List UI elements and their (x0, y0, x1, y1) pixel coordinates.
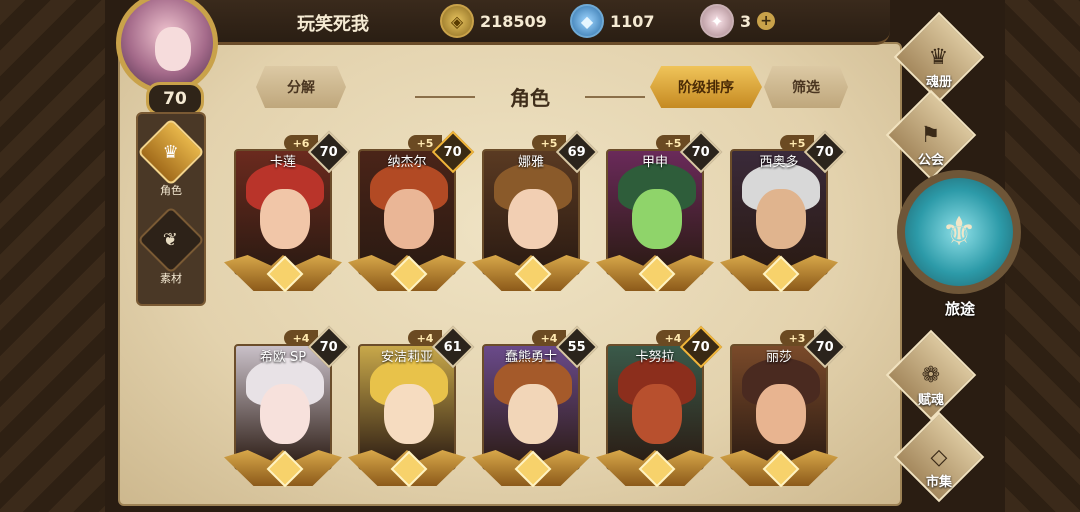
sidebar-item-label: 素材 (160, 272, 182, 285)
sidebar: ♛ 角色 ❦ 素材 (136, 112, 206, 306)
market-button[interactable]: ◇ 市集 (884, 411, 994, 503)
add-crystal-button[interactable]: + (757, 12, 776, 30)
portrait-face (260, 189, 310, 249)
portrait-face (384, 189, 434, 249)
character-level: 55 (567, 339, 587, 355)
gold-amount: 218509 (480, 11, 547, 31)
character-card[interactable]: 希欧 SP +4 70 (224, 325, 351, 500)
character-level: 61 (443, 339, 463, 355)
helmet-icon: ♛ (137, 118, 205, 186)
soul-bestow-label: 赋魂 (917, 393, 944, 408)
journey-label: 旅途 (944, 300, 975, 318)
page-title: 角色 (510, 86, 550, 110)
gold-resource: ◈ 218509 (440, 4, 547, 38)
avatar (116, 0, 218, 94)
character-level: 70 (815, 339, 835, 355)
player-avatar[interactable]: 70 (106, 0, 230, 118)
portrait-face (632, 384, 682, 444)
character-card[interactable]: 丽莎 +3 70 (720, 325, 847, 500)
sidebar-item-materials[interactable]: ❦ 素材 (137, 206, 205, 288)
character-level: 70 (319, 144, 339, 160)
sidebar-item-characters[interactable]: ♛ 角色 (137, 118, 205, 200)
character-card[interactable]: 卡莲 +6 70 (224, 130, 351, 305)
soulbook-button[interactable]: ♛ 魂册 (884, 11, 994, 103)
left-frame (0, 0, 105, 512)
character-card[interactable]: 蠢熊勇士 +4 55 (472, 325, 599, 500)
portrait-face (756, 384, 806, 444)
wolf-icon: ❦ (137, 206, 205, 274)
crystal-resource[interactable]: ✦ 3 + (700, 4, 776, 38)
blue-gem-icon: ◆ (570, 4, 604, 38)
portrait-face (756, 189, 806, 249)
guild-label: 公会 (917, 153, 944, 168)
character-level: 69 (567, 144, 587, 160)
decompose-button[interactable]: 分解 (256, 66, 346, 108)
player-name: 玩笑死我 (297, 14, 369, 35)
character-card[interactable]: 西奥多 +5 70 (720, 130, 847, 305)
crystal-amount: 3 (740, 11, 752, 31)
soulbook-label: 魂册 (925, 75, 952, 90)
character-level: 70 (443, 144, 463, 160)
character-card[interactable]: 安洁莉亚 +4 61 (348, 325, 475, 500)
portrait-face (508, 189, 558, 249)
portrait-face (508, 384, 558, 444)
gem-amount: 1107 (610, 11, 655, 31)
character-level: 70 (691, 144, 711, 160)
player-level-badge: 70 (146, 82, 204, 116)
title-ornament-right (585, 96, 645, 98)
character-level: 70 (319, 339, 339, 355)
character-level: 70 (691, 339, 711, 355)
portrait-face (632, 189, 682, 249)
character-card[interactable]: 卡努拉 +4 70 (596, 325, 723, 500)
title-ornament-left (415, 96, 475, 98)
portrait-face (384, 384, 434, 444)
sidebar-item-label: 角色 (160, 184, 182, 197)
avatar-face (155, 27, 191, 71)
character-card[interactable]: 甲申 +5 70 (596, 130, 723, 305)
gold-coin-icon: ◈ (440, 4, 474, 38)
gem-resource: ◆ 1107 (570, 4, 655, 38)
guild-button[interactable]: ⚑ 公会 (876, 89, 986, 181)
crystal-icon: ✦ (700, 4, 734, 38)
character-level: 70 (815, 144, 835, 160)
market-label: 市集 (925, 475, 952, 490)
character-card[interactable]: 纳杰尔 +5 70 (348, 130, 475, 305)
journey-emblem-icon: ⚜ (897, 170, 1021, 294)
portrait-face (260, 384, 310, 444)
soul-bestow-button[interactable]: ❁ 赋魂 (876, 329, 986, 421)
journey-button[interactable]: ⚜ 旅途 (893, 170, 1027, 320)
sort-by-rank-button[interactable]: 阶级排序 (650, 66, 762, 108)
character-card[interactable]: 娜雅 +5 69 (472, 130, 599, 305)
filter-button[interactable]: 筛选 (764, 66, 848, 108)
